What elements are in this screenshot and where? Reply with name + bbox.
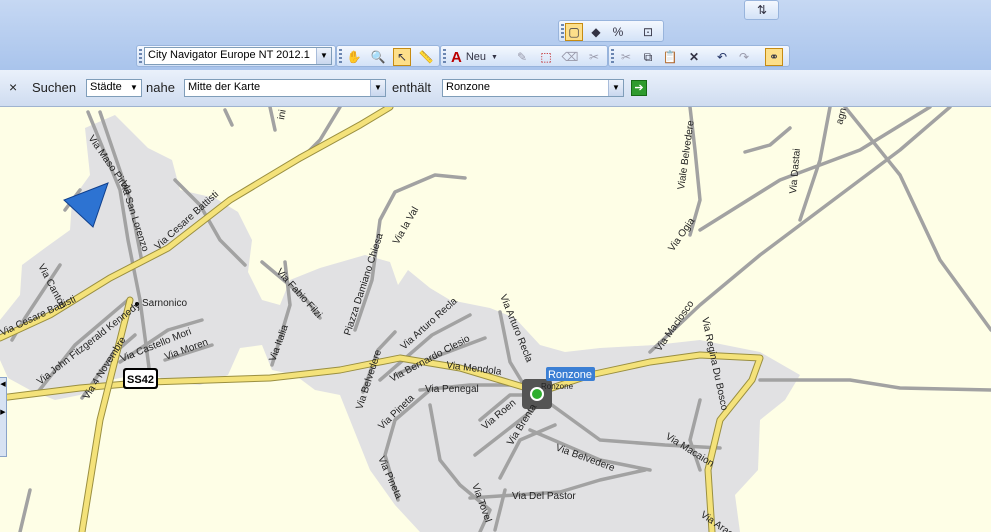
street-label: agn <box>834 107 849 126</box>
place-type-select[interactable]: Städte ▼ <box>86 79 142 97</box>
near-label: nahe <box>146 80 175 95</box>
swap-windows-icon[interactable]: ⇅ <box>753 1 771 19</box>
road-shield-label: SS42 <box>127 374 154 386</box>
side-panel-toggle[interactable]: ◀ ▶ <box>0 377 7 457</box>
scissors-icon[interactable]: ✂ <box>585 48 603 66</box>
map-product-value: City Navigator Europe NT 2012.1 <box>148 49 310 61</box>
contains-label: enthält <box>392 80 432 95</box>
chevron-down-icon: ▼ <box>127 80 141 96</box>
chevron-down-icon: ▼ <box>316 48 331 64</box>
go-search-button[interactable]: ➔ <box>631 80 647 96</box>
split-view-icon[interactable]: % <box>609 23 627 41</box>
chevron-down-icon: ▼ <box>491 53 498 61</box>
new-item-icon: A <box>451 48 462 66</box>
copy-icon[interactable]: ⧉ <box>639 48 657 66</box>
fit-view-icon[interactable]: ⊡ <box>639 23 657 41</box>
place-type-value: Städte <box>90 81 122 93</box>
close-search-icon[interactable]: × <box>9 79 17 95</box>
redo-icon[interactable]: ↷ <box>735 48 753 66</box>
street-label: Via Penegal <box>425 384 479 395</box>
search-query-combo[interactable]: Ronzone ▼ <box>442 79 624 97</box>
delete-icon[interactable]: ✕ <box>685 48 703 66</box>
map-svg: SS42 Ronzone Via Maso Pirola Via San Lor… <box>0 107 991 532</box>
draw-pencil-icon[interactable]: ✎ <box>513 48 531 66</box>
street-label: Via Del Pastor <box>512 491 576 502</box>
top-toolbar-area: ⇅ ▢ ◆ % ⊡ City Navigator Europe NT 2012.… <box>0 0 991 70</box>
chevron-down-icon: ▼ <box>370 80 385 96</box>
toolbar-grip <box>139 49 142 63</box>
eraser-icon[interactable]: ⌫ <box>561 48 579 66</box>
search-label: Suchen <box>32 80 77 95</box>
toolbar-grip <box>339 49 342 63</box>
toolbar-grip <box>561 24 564 38</box>
new-button[interactable]: A Neu ▼ <box>451 48 503 66</box>
toolbar-grip <box>611 49 614 63</box>
road-shield: SS42 <box>123 368 158 389</box>
street-label: ini <box>276 109 289 121</box>
map-canvas[interactable]: SS42 Ronzone Via Maso Pirola Via San Lor… <box>0 107 991 532</box>
search-query-value: Ronzone <box>446 81 491 93</box>
map-product-toolbar: City Navigator Europe NT 2012.1 ▼ <box>136 45 336 67</box>
binoculars-find-icon[interactable]: ⚭ <box>765 48 783 66</box>
street-label: Via la Val <box>391 205 421 246</box>
street-label: Via Ogia <box>666 216 697 254</box>
near-location-value: Mitte der Karte <box>188 81 261 93</box>
measure-ruler-icon[interactable]: 📏 <box>417 48 435 66</box>
map-view-2d-icon[interactable]: ▢ <box>565 23 583 41</box>
town-label: Sarnonico <box>142 298 187 309</box>
undo-icon[interactable]: ↶ <box>713 48 731 66</box>
toolbar-grip <box>443 49 446 63</box>
select-arrow-icon[interactable]: ↖ <box>393 48 411 66</box>
map-product-select[interactable]: City Navigator Europe NT 2012.1 ▼ <box>144 47 332 65</box>
paste-icon[interactable]: 📋 <box>661 48 679 66</box>
street-label: Via Dastai <box>788 148 803 194</box>
search-bar: × Suchen Städte ▼ nahe Mitte der Karte ▼… <box>0 70 991 107</box>
select-area-icon[interactable]: ⬚ <box>537 48 555 66</box>
result-label: Ronzone <box>548 369 592 381</box>
view-toolbar: ▢ ◆ % ⊡ <box>558 20 664 42</box>
3d-view-icon[interactable]: ◆ <box>587 23 605 41</box>
near-location-select[interactable]: Mitte der Karte ▼ <box>184 79 386 97</box>
new-button-label: Neu <box>465 51 487 63</box>
street-label: Viale Belvedere <box>676 119 697 190</box>
zoom-icon[interactable]: 🔍 <box>369 48 387 66</box>
hand-pan-icon[interactable]: ✋ <box>345 48 363 66</box>
town-label: Ronzone <box>541 382 574 391</box>
window-toggle-toolbar: ⇅ <box>744 0 779 20</box>
cut-icon[interactable]: ✂ <box>617 48 635 66</box>
tools-toolbar: ✋ 🔍 ↖ 📏 <box>336 45 440 67</box>
create-toolbar: A Neu ▼ ✎ ⬚ ⌫ ✂ <box>440 45 608 67</box>
edit-toolbar: ✂ ⧉ 📋 ✕ ↶ ↷ ⚭ <box>608 45 790 67</box>
chevron-down-icon: ▼ <box>608 80 623 96</box>
